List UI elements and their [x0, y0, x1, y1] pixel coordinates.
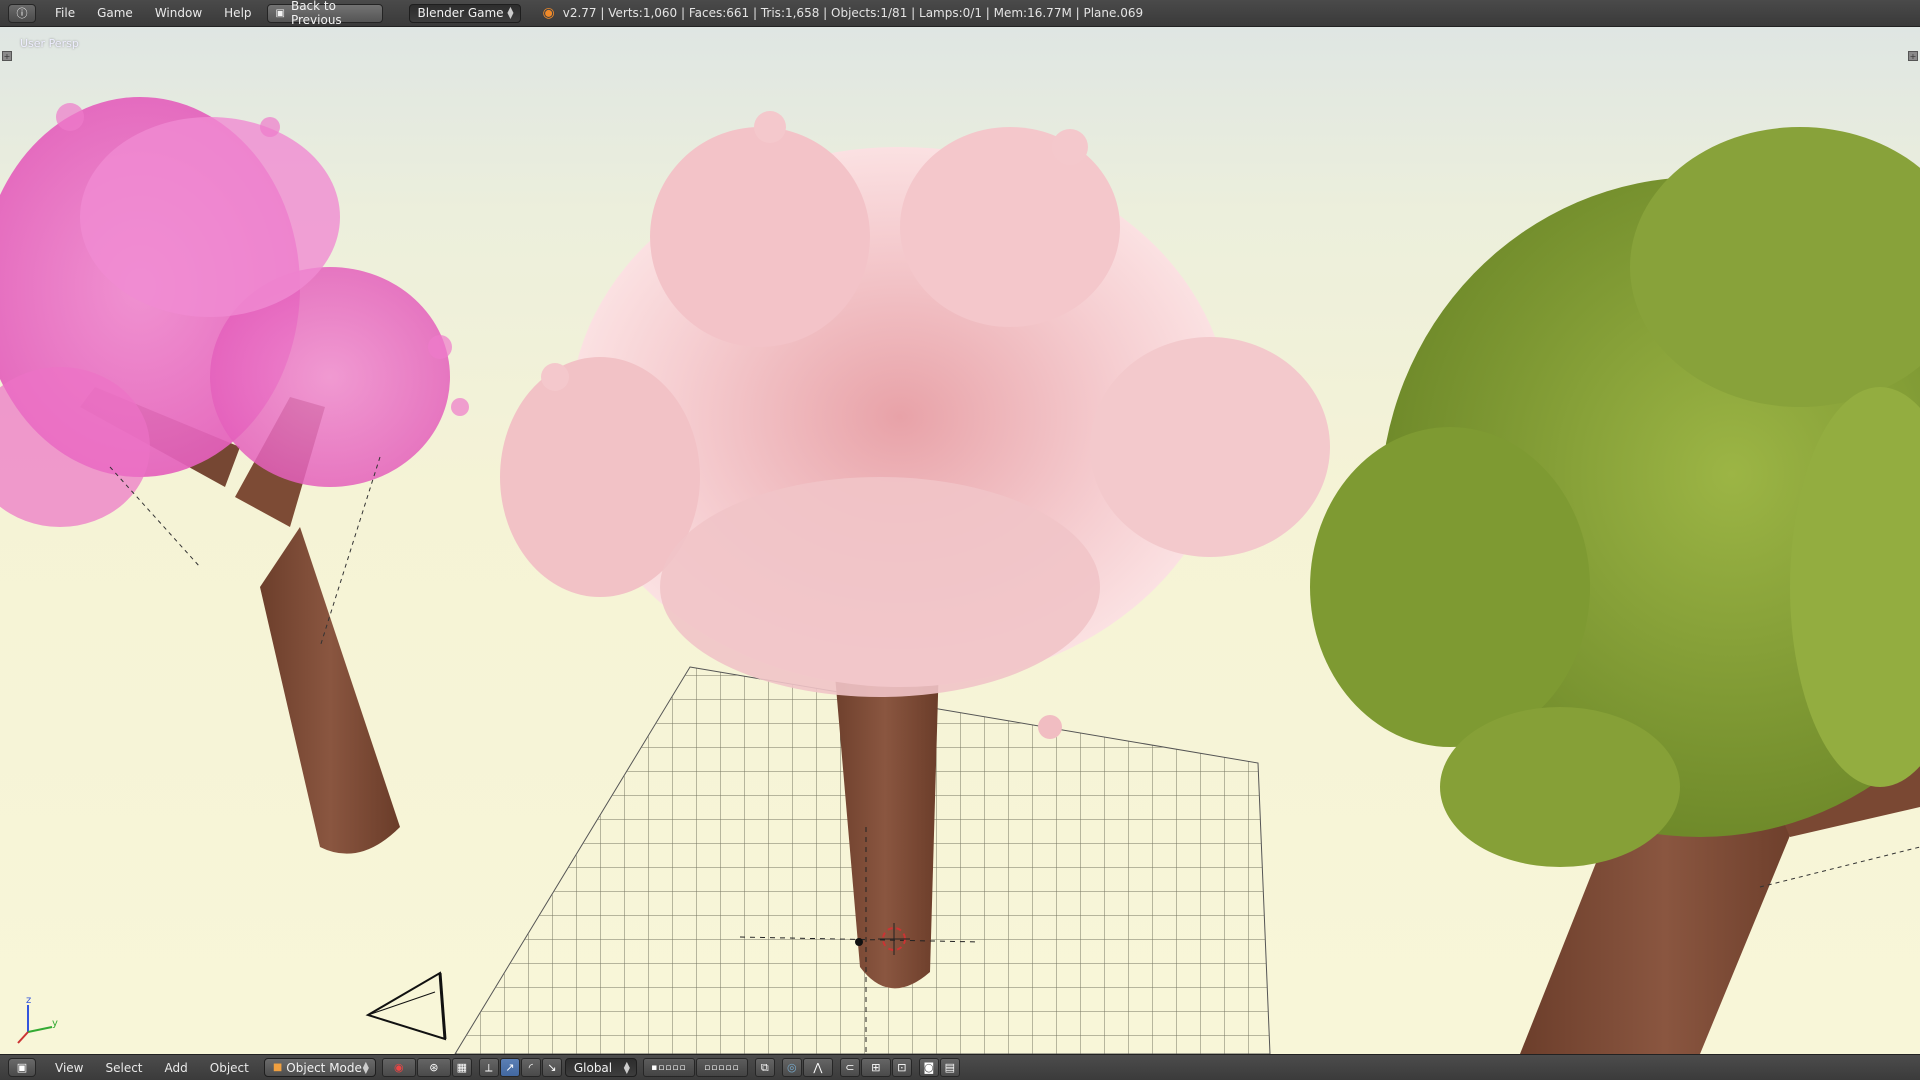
axis-z-label: z	[26, 995, 32, 1006]
axis-y-label: y	[52, 1018, 58, 1029]
info-icon: ⓘ	[16, 7, 28, 20]
falloff-dropdown[interactable]: ⋀	[802, 1058, 833, 1077]
shading-sphere-icon: ◉	[394, 1061, 404, 1074]
layers-toggle-button[interactable]: ▦	[451, 1058, 472, 1077]
blossom-cluster-top-left	[650, 127, 870, 347]
layers-icon: ▦	[456, 1061, 468, 1074]
updown-arrows-icon: ▲ ▼	[362, 1059, 369, 1075]
menu-file[interactable]: File	[44, 6, 86, 20]
interaction-mode-dropdown[interactable]: ■ Object Mode ▲ ▼	[263, 1058, 376, 1077]
back-to-previous-label: Back to Previous	[290, 0, 342, 27]
layer-grid-icon: ▫▫▫▫▫	[704, 1062, 740, 1073]
view3d-editor-type-button[interactable]: ▣	[8, 1058, 36, 1077]
3d-view-header: ▣ View Select Add Object ■ Object Mode ▲…	[0, 1054, 1920, 1080]
pink-petal-cluster	[451, 398, 469, 416]
manipulator-icon: ⟂	[485, 1060, 493, 1074]
viewport-shading-dropdown[interactable]: ◉	[381, 1058, 416, 1077]
opengl-render-animation-button[interactable]: ▤	[939, 1058, 960, 1077]
proportional-icon: ◎	[787, 1061, 797, 1074]
blossom-flower	[1052, 129, 1088, 165]
snap-element-dropdown[interactable]: ⊞	[860, 1058, 891, 1077]
view3d-icon: ▣	[16, 1061, 28, 1074]
opengl-render-button[interactable]: ◙	[918, 1058, 939, 1077]
interaction-mode-label: Object Mode	[286, 1060, 362, 1075]
rotate-icon: ◜	[528, 1061, 533, 1074]
updown-arrows-icon: ▲ ▼	[507, 5, 514, 20]
arrow-icon: ↗	[505, 1061, 515, 1074]
blossom-flower	[754, 111, 786, 143]
relationship-line	[1759, 846, 1920, 888]
menu-object[interactable]: Object	[199, 1061, 260, 1075]
layer-buttons-group-2[interactable]: ▫▫▫▫▫	[695, 1058, 748, 1077]
menu-help[interactable]: Help	[213, 6, 262, 20]
pink-petal-cluster	[428, 335, 452, 359]
snap-increment-icon: ⊞	[871, 1061, 881, 1074]
lock-icon: ⧉	[760, 1060, 769, 1074]
snap-target-icon: ⊡	[897, 1061, 907, 1074]
scene-stats: v2.77 | Verts:1,060 | Faces:661 | Tris:1…	[562, 6, 1144, 20]
transform-orientation-dropdown[interactable]: Global ▲ ▼	[564, 1058, 637, 1077]
proportional-edit-button[interactable]: ◎	[781, 1058, 802, 1077]
pink-tree[interactable]	[0, 97, 469, 854]
magnet-icon: ⊂	[845, 1061, 855, 1074]
blossom-cluster-bottom	[660, 477, 1100, 697]
pivot-point-dropdown[interactable]: ⊛	[416, 1058, 451, 1077]
editor-type-button[interactable]: ⓘ	[8, 3, 36, 23]
info-header: ⓘ File Game Window Help ▣ Back to Previo…	[0, 0, 1920, 27]
object-mode-icon: ■	[272, 1062, 283, 1073]
3d-viewport[interactable]: User Persp z y + +	[0, 27, 1920, 1054]
green-canopy-bottom	[1440, 707, 1680, 867]
camera-icon: ◙	[923, 1061, 935, 1074]
blossom-flower	[1038, 715, 1062, 739]
menu-add[interactable]: Add	[154, 1061, 199, 1075]
screen-icon: ▣	[275, 7, 285, 19]
green-tree[interactable]	[1310, 127, 1920, 1054]
pivot-icon: ⊛	[429, 1061, 439, 1074]
snap-target-button[interactable]: ⊡	[891, 1058, 912, 1077]
pink-foliage-top	[80, 117, 340, 317]
falloff-icon: ⋀	[813, 1061, 823, 1074]
object-origin	[855, 938, 863, 946]
menu-window[interactable]: Window	[144, 6, 213, 20]
render-engine-dropdown[interactable]: Blender Game ▲ ▼	[408, 3, 521, 23]
axis-gizmo	[17, 1005, 53, 1044]
area-split-corner-right[interactable]: +	[1908, 51, 1918, 61]
translate-manipulator-button[interactable]: ↗	[499, 1058, 520, 1077]
viewport-scene	[0, 97, 1920, 1054]
layer-grid-icon: ▪▫▫▫▫	[651, 1062, 687, 1073]
pink-tree-trunk	[260, 527, 400, 854]
blender-logo-icon: ◉	[542, 5, 555, 21]
green-canopy-left	[1310, 427, 1590, 747]
menu-select[interactable]: Select	[94, 1061, 153, 1075]
render-engine-label: Blender Game	[417, 6, 504, 20]
camera-object[interactable]	[365, 971, 447, 1041]
pink-petal-cluster	[260, 117, 280, 137]
blossom-cluster-top-right	[900, 127, 1120, 327]
manipulator-toggle-button[interactable]: ⟂	[478, 1058, 499, 1077]
menu-game[interactable]: Game	[86, 6, 144, 20]
area-split-corner-left[interactable]: +	[2, 51, 12, 61]
film-icon: ▤	[944, 1061, 956, 1074]
updown-arrows-icon: ▲ ▼	[623, 1059, 630, 1075]
menu-view[interactable]: View	[44, 1061, 94, 1075]
pink-petal-cluster	[56, 103, 84, 131]
snap-toggle-button[interactable]: ⊂	[839, 1058, 860, 1077]
blossom-cluster-right	[1090, 337, 1330, 557]
rotate-manipulator-button[interactable]: ◜	[520, 1058, 541, 1077]
viewport-perspective-label: User Persp	[20, 37, 79, 50]
lock-layers-button[interactable]: ⧉	[754, 1058, 775, 1077]
scale-manipulator-button[interactable]: ↘	[541, 1058, 562, 1077]
blossom-flower	[541, 363, 569, 391]
back-to-previous-button[interactable]: ▣ Back to Previous	[266, 0, 383, 27]
layer-buttons-group-1[interactable]: ▪▫▫▫▫	[642, 1058, 695, 1077]
scale-icon: ↘	[547, 1061, 557, 1074]
transform-orientation-label: Global	[573, 1060, 613, 1075]
